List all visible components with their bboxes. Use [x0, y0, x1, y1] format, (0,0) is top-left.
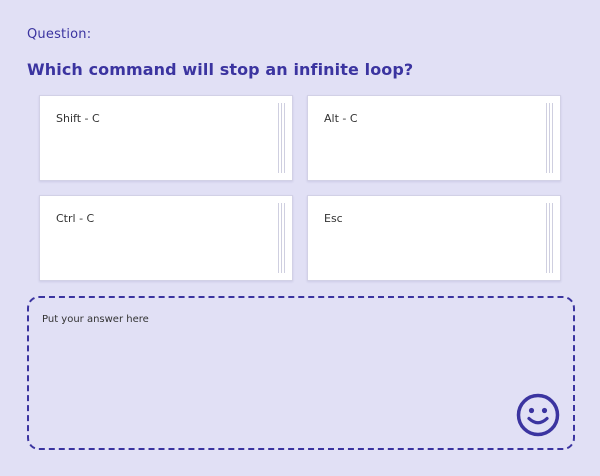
question-label: Question: [27, 27, 92, 42]
drag-handle-icon[interactable] [546, 103, 553, 173]
option-card-shift-c[interactable]: Shift - C [39, 95, 293, 181]
option-label: Ctrl - C [56, 212, 95, 225]
quiz-page: Question: Which command will stop an inf… [0, 0, 600, 476]
option-label: Alt - C [324, 112, 358, 125]
option-label: Shift - C [56, 112, 100, 125]
drag-handle-icon[interactable] [278, 203, 285, 273]
option-card-esc[interactable]: Esc [307, 195, 561, 281]
answer-placeholder: Put your answer here [42, 314, 149, 325]
answer-drop-zone[interactable]: Put your answer here [27, 296, 575, 450]
drag-handle-icon[interactable] [546, 203, 553, 273]
smiley-face-icon [516, 393, 560, 437]
option-card-alt-c[interactable]: Alt - C [307, 95, 561, 181]
question-text: Which command will stop an infinite loop… [27, 60, 414, 79]
option-card-ctrl-c[interactable]: Ctrl - C [39, 195, 293, 281]
option-label: Esc [324, 212, 343, 225]
drag-handle-icon[interactable] [278, 103, 285, 173]
